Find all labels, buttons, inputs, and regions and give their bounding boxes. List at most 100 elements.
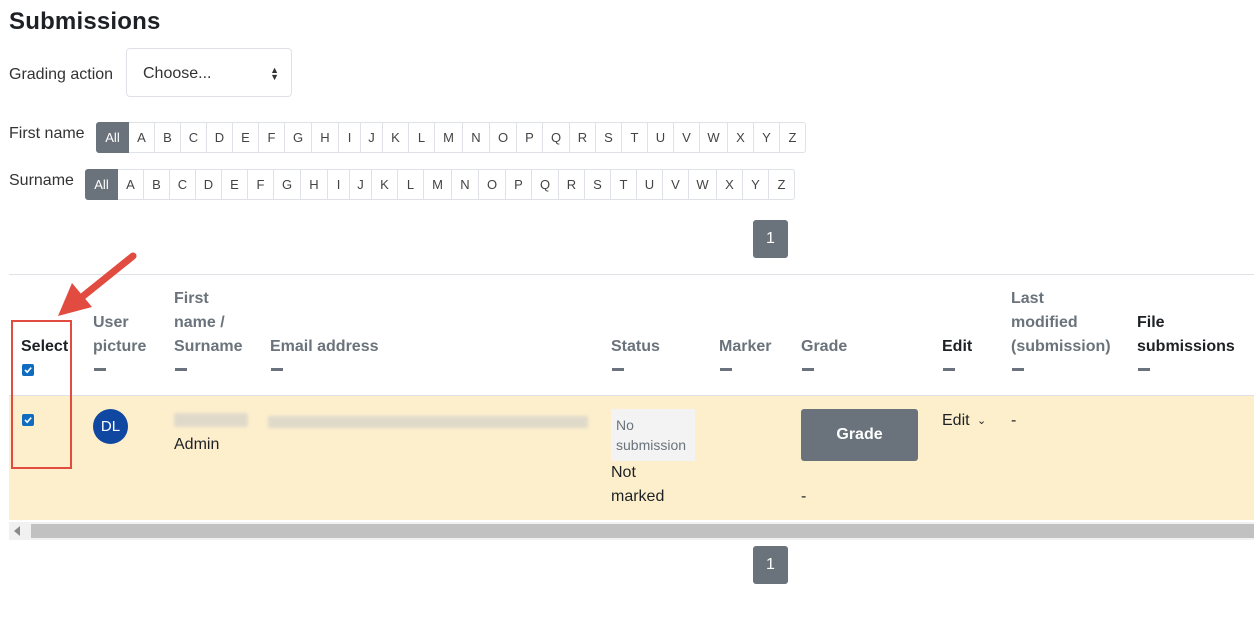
initial-m-button[interactable]: M: [435, 122, 463, 153]
initial-o-button[interactable]: O: [490, 122, 517, 153]
last-modified-value: -: [1011, 412, 1017, 429]
initial-s-button[interactable]: S: [596, 122, 622, 153]
initial-f-button[interactable]: F: [259, 122, 285, 153]
initial-z-button[interactable]: Z: [780, 122, 806, 153]
grading-status-line2: marked: [611, 488, 665, 505]
initial-e-button[interactable]: E: [222, 169, 248, 200]
initial-m-button[interactable]: M: [424, 169, 452, 200]
initial-l-button[interactable]: L: [409, 122, 435, 153]
status-badge: No submission: [611, 409, 695, 461]
initial-e-button[interactable]: E: [233, 122, 259, 153]
initial-n-button[interactable]: N: [463, 122, 490, 153]
initial-o-button[interactable]: O: [479, 169, 506, 200]
initial-i-button[interactable]: I: [328, 169, 350, 200]
sort-dash-icon[interactable]: [175, 368, 187, 371]
surname-initials-bar: All A B C D E F G H I J K L M N O P Q R S T U V W X Y Z: [85, 169, 795, 200]
sort-dash-icon[interactable]: [1138, 368, 1150, 371]
initial-r-button[interactable]: R: [570, 122, 596, 153]
sort-dash-icon[interactable]: [720, 368, 732, 371]
header-file-submissions: File submissions: [1137, 311, 1235, 359]
header-last-modified-line2: modified: [1011, 314, 1078, 331]
first-name-initials-bar: All A B C D E F G H I J K L M N O P Q R S T U V W X Y Z: [96, 122, 806, 153]
header-last-modified-line1: Last: [1011, 290, 1044, 307]
initial-l-button[interactable]: L: [398, 169, 424, 200]
header-last-modified[interactable]: Last modified (submission): [1011, 287, 1111, 359]
redacted-email: [268, 416, 588, 428]
initial-i-button[interactable]: I: [339, 122, 361, 153]
initial-u-button[interactable]: U: [637, 169, 663, 200]
initial-k-button[interactable]: K: [372, 169, 398, 200]
scrollbar-thumb[interactable]: [31, 524, 1254, 538]
initial-r-button[interactable]: R: [559, 169, 585, 200]
header-status[interactable]: Status: [611, 335, 660, 359]
header-name[interactable]: First name / Surname: [174, 287, 242, 359]
initial-y-button[interactable]: Y: [743, 169, 769, 200]
initial-j-button[interactable]: J: [361, 122, 383, 153]
redacted-first-name: [174, 413, 248, 427]
chevron-down-icon: ⌄: [977, 415, 987, 427]
initial-k-button[interactable]: K: [383, 122, 409, 153]
header-name-line3: Surname: [174, 338, 243, 355]
initial-p-button[interactable]: P: [506, 169, 532, 200]
initial-c-button[interactable]: C: [170, 169, 196, 200]
initial-j-button[interactable]: J: [350, 169, 372, 200]
initial-u-button[interactable]: U: [648, 122, 674, 153]
status-badge-line2: submission: [616, 437, 687, 453]
initial-h-button[interactable]: H: [301, 169, 328, 200]
header-marker[interactable]: Marker: [719, 335, 771, 359]
initial-s-button[interactable]: S: [585, 169, 611, 200]
initial-n-button[interactable]: N: [452, 169, 479, 200]
initial-g-button[interactable]: G: [274, 169, 301, 200]
header-grade[interactable]: Grade: [801, 335, 847, 359]
initial-v-button[interactable]: V: [663, 169, 689, 200]
header-email[interactable]: Email address: [270, 335, 379, 359]
initial-g-button[interactable]: G: [285, 122, 312, 153]
initial-y-button[interactable]: Y: [754, 122, 780, 153]
header-name-line2: name /: [174, 314, 225, 331]
initial-t-button[interactable]: T: [611, 169, 637, 200]
header-name-line1: First: [174, 290, 209, 307]
initial-w-button[interactable]: W: [689, 169, 717, 200]
initial-d-button[interactable]: D: [196, 169, 222, 200]
table-top-divider: [9, 274, 1254, 275]
grade-button[interactable]: Grade: [801, 409, 918, 461]
edit-menu-label: Edit: [942, 412, 970, 429]
initial-f-button[interactable]: F: [248, 169, 274, 200]
highlight-box: [11, 320, 72, 469]
initial-p-button[interactable]: P: [517, 122, 543, 153]
initial-x-button[interactable]: X: [717, 169, 743, 200]
pagination-page-top[interactable]: 1: [753, 220, 788, 258]
initial-q-button[interactable]: Q: [543, 122, 570, 153]
initial-w-button[interactable]: W: [700, 122, 728, 153]
sort-dash-icon[interactable]: [94, 368, 106, 371]
grading-status-line1: Not: [611, 464, 636, 481]
sort-dash-icon[interactable]: [612, 368, 624, 371]
edit-menu[interactable]: Edit ⌄: [942, 409, 986, 434]
avatar[interactable]: DL: [93, 409, 128, 444]
pagination-page-bottom[interactable]: 1: [753, 546, 788, 584]
sort-dash-icon[interactable]: [943, 368, 955, 371]
initial-q-button[interactable]: Q: [532, 169, 559, 200]
initial-c-button[interactable]: C: [181, 122, 207, 153]
initial-t-button[interactable]: T: [622, 122, 648, 153]
scroll-left-arrow-icon[interactable]: [14, 526, 20, 536]
header-last-modified-line3: (submission): [1011, 338, 1111, 355]
sort-dash-icon[interactable]: [1012, 368, 1024, 371]
initial-d-button[interactable]: D: [207, 122, 233, 153]
annotation-arrow-icon: [58, 252, 137, 316]
grade-value: -: [801, 488, 807, 505]
grading-status: Not marked: [611, 461, 664, 509]
header-file-submissions-line2: submissions: [1137, 338, 1235, 355]
select-arrows-icon: ▲ ▼: [270, 65, 279, 82]
sort-dash-icon[interactable]: [271, 368, 283, 371]
initial-h-button[interactable]: H: [312, 122, 339, 153]
header-file-submissions-line1: File: [1137, 314, 1165, 331]
initial-z-button[interactable]: Z: [769, 169, 795, 200]
initial-v-button[interactable]: V: [674, 122, 700, 153]
row-name-line2[interactable]: Admin: [174, 433, 219, 457]
header-edit: Edit: [942, 338, 973, 355]
sort-dash-icon[interactable]: [802, 368, 814, 371]
header-user-picture-line2: picture: [93, 338, 147, 355]
status-badge-line1: No: [616, 417, 634, 433]
initial-x-button[interactable]: X: [728, 122, 754, 153]
